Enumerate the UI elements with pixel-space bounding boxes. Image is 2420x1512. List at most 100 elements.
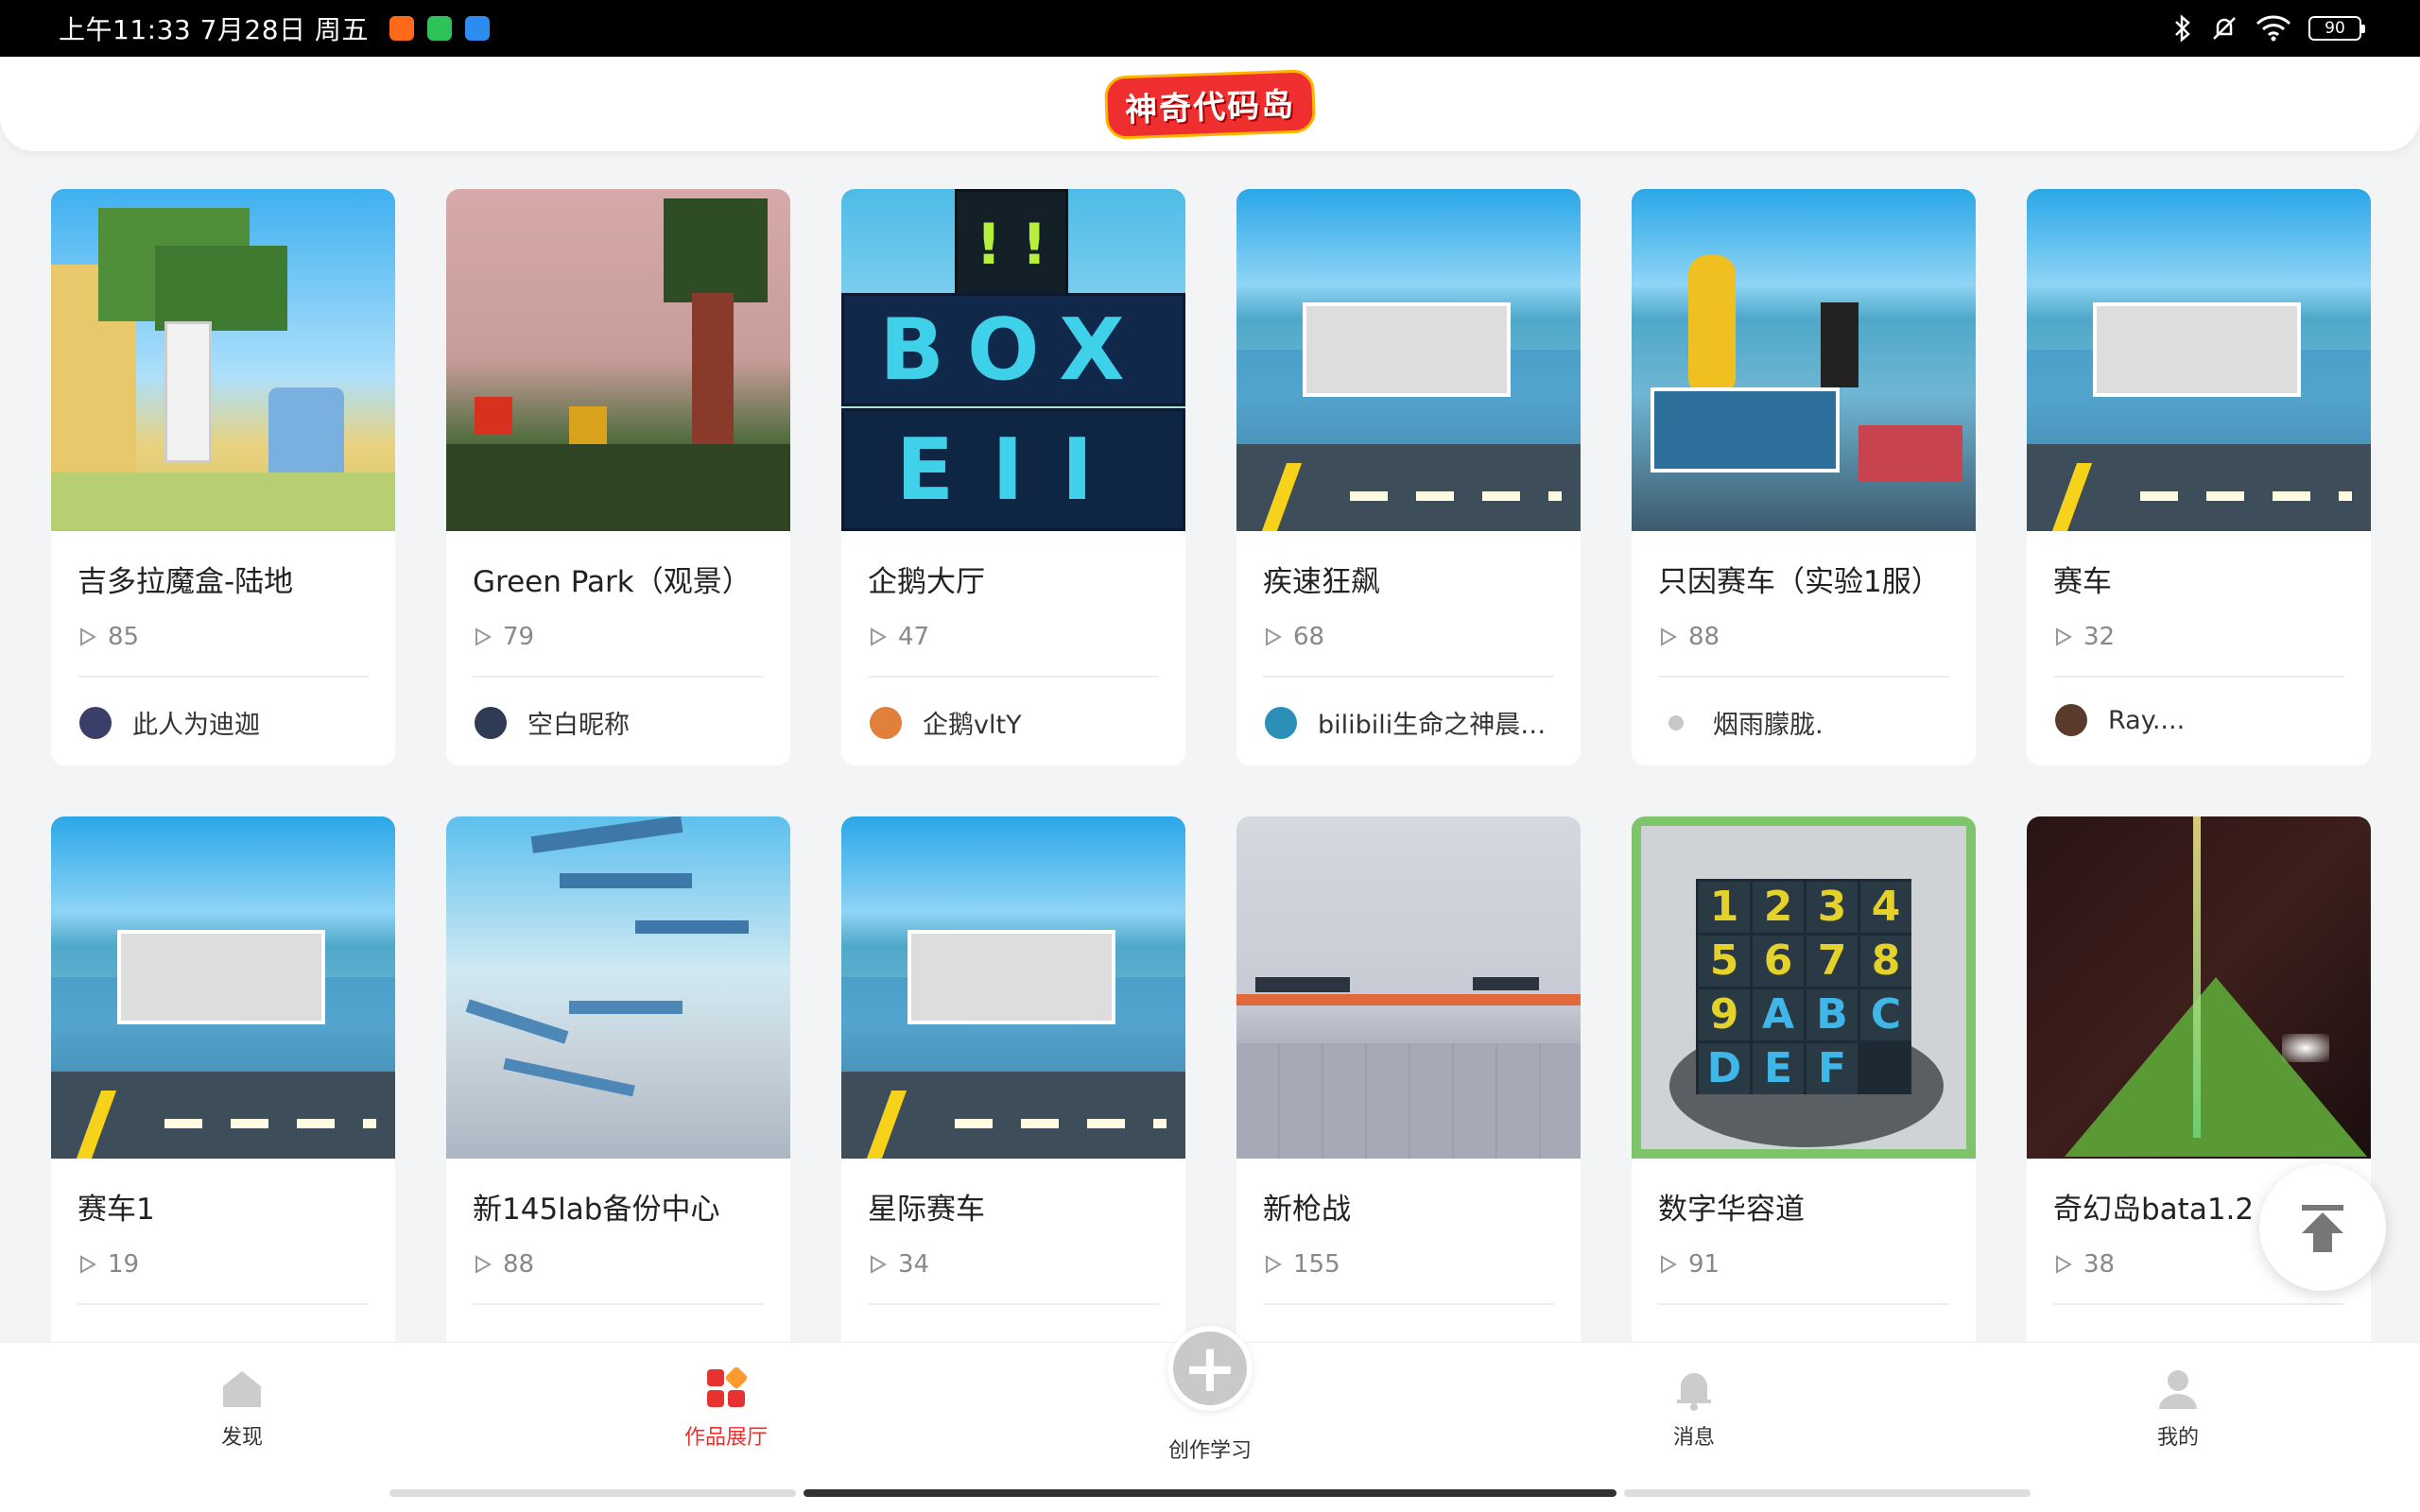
play-count: 19 [51,1250,395,1279]
play-count-value: 88 [1688,623,1720,651]
work-title: 星际赛车 [868,1193,985,1227]
play-count: 91 [1632,1250,1976,1279]
card-divider [868,676,1159,678]
home-icon [223,1371,261,1407]
nav-mine[interactable]: 我的 [2083,1362,2273,1451]
work-card[interactable]: 新枪战 155 [1236,816,1581,1393]
nav-messages-label: 消息 [1672,1426,1715,1450]
work-card[interactable]: 赛车1 19 [51,816,395,1393]
play-count: 47 [841,623,1185,651]
create-button[interactable]: + [1167,1326,1253,1411]
nav-messages[interactable]: 消息 [1599,1362,1789,1451]
klotski-tile: B [1806,989,1858,1040]
nav-gallery[interactable]: 作品展厅 [631,1362,821,1451]
box-middle-block: BOX [841,293,1185,406]
work-title: 吉多拉魔盒-陆地 [78,565,294,599]
play-count-value: 85 [108,623,140,651]
play-count-value: 79 [503,623,535,651]
author-name: bilibili生命之神晨海... [1318,711,1552,740]
play-count: 85 [51,623,395,651]
klotski-tile: A [1753,989,1804,1040]
status-bar: 上午11:33 7月28日 周五 90 [0,0,2420,57]
work-title: 疾速狂飙 [1263,565,1380,599]
wifi-icon [2256,15,2291,42]
nav-discover-label: 发现 [220,1426,263,1450]
nav-discover[interactable]: 发现 [147,1362,337,1451]
play-icon [2056,627,2072,646]
works-grid: 吉多拉魔盒-陆地 85 此人为迪迦 Green Park（观景） 79 空白昵称… [51,189,2371,1393]
mute-bell-icon [2210,14,2238,43]
play-icon [80,627,96,646]
box-lower-block: EII [841,408,1185,531]
author-name: 此人为迪迦 [132,711,260,740]
work-thumbnail [51,189,395,531]
work-thumbnail: 1 2 3 4 5 6 7 8 9 A B C D E F [1632,816,1976,1159]
play-count-value: 88 [503,1250,535,1279]
card-divider [78,676,369,678]
card-divider [2053,1303,2344,1305]
app-header: 神奇代码岛 [0,57,2420,151]
author-row[interactable]: 烟雨朦胧. [1632,704,1976,741]
plus-icon: + [1182,1330,1238,1407]
play-icon [1661,1255,1677,1274]
work-thumbnail [1632,189,1976,531]
work-card[interactable]: 奇幻岛bata1.2 38 [2027,816,2371,1393]
klotski-tile: 4 [1860,882,1911,933]
author-row[interactable]: 此人为迪迦 [51,704,395,741]
work-card[interactable]: 只因赛车（实验1服） 88 烟雨朦胧. [1632,189,1976,765]
status-app-icons [389,16,490,41]
klotski-tile: C [1860,989,1911,1040]
work-title: 只因赛车（实验1服） [1658,565,1941,599]
klotski-tile: 8 [1860,936,1911,987]
work-card[interactable]: Green Park（观景） 79 空白昵称 [446,189,790,765]
author-row[interactable]: bilibili生命之神晨海... [1236,704,1581,741]
work-card[interactable]: 赛车 32 Ray.... [2027,189,2371,765]
work-thumbnail [1236,816,1581,1159]
author-name: Ray.... [2108,705,2186,735]
nav-mine-label: 我的 [2156,1426,2199,1450]
arrow-up-to-top-icon [2302,1205,2343,1252]
play-count: 79 [446,623,790,651]
nav-create[interactable]: 创作学习 [1115,1434,1305,1464]
author-name: 企鹅vltY [923,711,1022,740]
avatar [2055,704,2087,736]
back-to-top-button[interactable] [2259,1164,2386,1291]
work-card[interactable]: 星际赛车 34 [841,816,1185,1393]
status-indicators: 90 [2172,14,2365,43]
klotski-tile: E [1753,1043,1804,1094]
work-card[interactable]: 1 2 3 4 5 6 7 8 9 A B C D E F 数字华容道 91 [1632,816,1976,1393]
play-count-value: 34 [898,1250,930,1279]
box-top-block: ! ! [955,189,1068,302]
avatar [1668,714,1684,730]
card-divider [78,1303,369,1305]
card-divider [2053,676,2344,678]
gesture-bar-right [1624,1489,2031,1497]
work-title: 新枪战 [1263,1193,1351,1227]
play-count: 155 [1236,1250,1581,1279]
play-count: 68 [1236,623,1581,651]
play-count: 34 [841,1250,1185,1279]
play-count-value: 19 [108,1250,140,1279]
play-icon [475,1255,492,1274]
play-icon [80,1255,96,1274]
nav-create-label: 创作学习 [1167,1439,1252,1463]
gesture-bar-main[interactable] [804,1489,1616,1497]
download-icon [426,16,452,41]
work-card[interactable]: 疾速狂飙 68 bilibili生命之神晨海... [1236,189,1581,765]
card-divider [473,676,764,678]
app-logo: 神奇代码岛 [1103,68,1317,140]
work-card[interactable]: 吉多拉魔盒-陆地 85 此人为迪迦 [51,189,395,765]
play-count-value: 32 [2083,623,2116,651]
play-icon [1661,627,1677,646]
avatar [870,706,902,739]
klotski-tile: 3 [1806,882,1858,933]
play-icon [1266,627,1282,646]
author-row[interactable]: 企鹅vltY [841,704,1185,741]
card-divider [1263,676,1554,678]
klotski-tile: 5 [1699,936,1750,987]
author-row[interactable]: Ray.... [2027,704,2371,736]
author-row[interactable]: 空白昵称 [446,704,790,741]
play-icon [871,627,887,646]
work-card[interactable]: 新145lab备份中心 88 [446,816,790,1393]
work-card[interactable]: ! ! BOX EII 企鹅大厅 47 企鹅vltY [841,189,1185,765]
